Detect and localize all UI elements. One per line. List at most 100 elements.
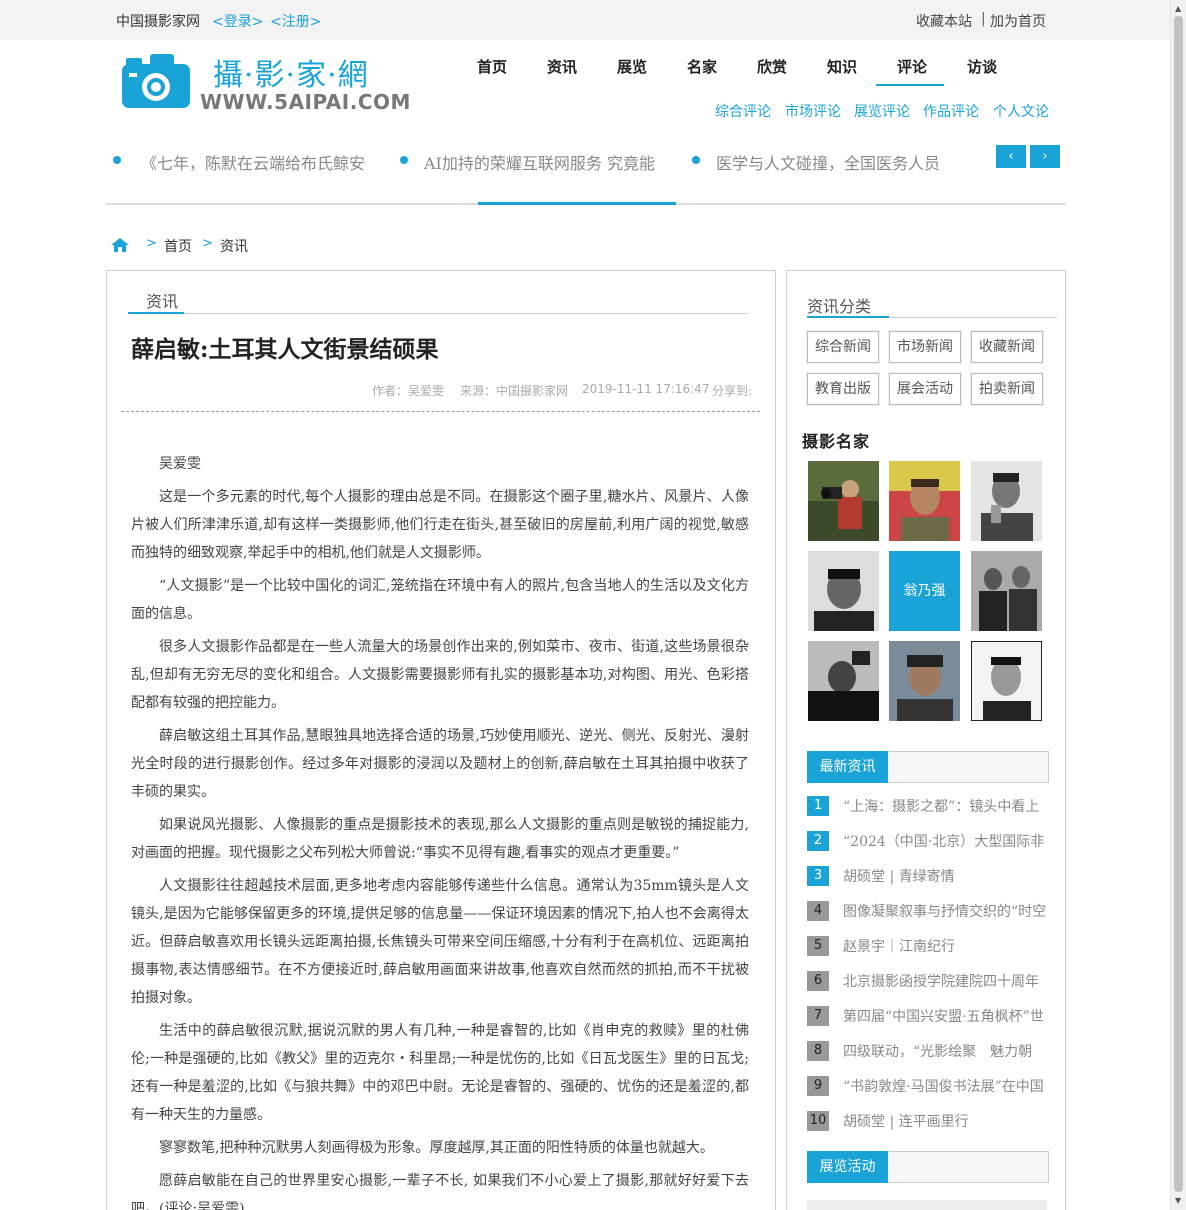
- article-paragraph: 寥寥数笔,把种种沉默男人刻画得极为形象。厚度越厚,其正面的阳性特质的体量也就越大…: [159, 1140, 714, 1156]
- home-icon[interactable]: [111, 238, 129, 252]
- article-divider: [121, 411, 760, 412]
- article-paragraph: 如果说风光摄影、人像摄影的重点是摄影技术的表现,那么人文摄影的重点则是敏锐的捕捉…: [131, 817, 749, 861]
- latest-news-item[interactable]: “上海：摄影之都”：镜头中看上: [843, 796, 1048, 816]
- article-paragraph: 这是一个多元素的时代,每个人摄影的理由总是不同。在摄影这个圈子里,糖水片、风景片…: [131, 489, 749, 561]
- scroll-down-arrow-icon[interactable]: ▼: [1175, 1196, 1181, 1205]
- category-education[interactable]: 教育出版: [807, 373, 879, 405]
- nav-knowledge[interactable]: 知识: [827, 56, 857, 77]
- news-rank: 6: [807, 971, 829, 991]
- subnav-market-review[interactable]: 市场评论: [785, 101, 841, 121]
- sidebar-panel: [786, 270, 1066, 1210]
- subnav-work-review[interactable]: 作品评论: [923, 101, 979, 121]
- exhibition-content-edge: [807, 1200, 1047, 1210]
- article-paragraph: 薛启敏这组土耳其作品,慧眼独具地选择合适的场景,巧妙使用顺光、逆光、侧光、反射光…: [131, 728, 749, 800]
- latest-news-item[interactable]: 赵景宇｜江南纪行: [843, 936, 1048, 956]
- page-scrollbar[interactable]: ▲ ▼: [1170, 0, 1186, 1210]
- news-rank: 2: [807, 831, 829, 851]
- ticker-bullet-icon: [113, 156, 121, 164]
- site-name: 中国摄影家网: [116, 14, 200, 30]
- ticker-prev-button[interactable]: ‹: [996, 145, 1026, 168]
- article-section-label: 资讯: [146, 292, 179, 311]
- category-underline-active: [807, 316, 889, 318]
- category-market-news[interactable]: 市场新闻: [889, 331, 961, 363]
- breadcrumb-news[interactable]: 资讯: [220, 236, 248, 256]
- logo-url[interactable]: WWW.5AIPAI.COM: [200, 90, 411, 114]
- subnav-general-review[interactable]: 综合评论: [715, 101, 771, 121]
- nav-interview[interactable]: 访谈: [967, 56, 997, 77]
- article-date: 2019-11-11 17:16:47: [582, 382, 710, 396]
- latest-news-item[interactable]: 胡硕堂 | 连平画里行: [843, 1111, 1048, 1131]
- news-rank: 8: [807, 1041, 829, 1061]
- set-home-link[interactable]: 加为首页: [990, 11, 1046, 31]
- article-paragraph: “人文摄影”是一个比较中国化的词汇,笼统指在环境中有人的照片,包含当地人的生活以…: [131, 578, 749, 622]
- share-label[interactable]: 分享到:: [712, 382, 752, 399]
- camera-icon[interactable]: [122, 54, 190, 108]
- ticker-next-button[interactable]: ›: [1030, 145, 1060, 168]
- news-rank: 5: [807, 936, 829, 956]
- latest-news-item[interactable]: “书韵敦煌·马国俊书法展”在中国: [843, 1076, 1048, 1096]
- category-collection-news[interactable]: 收藏新闻: [971, 331, 1043, 363]
- article-body: 吴爱雯 这是一个多元素的时代,每个人摄影的理由总是不同。在摄影这个圈子里,糖水片…: [131, 450, 749, 1210]
- category-title: 资讯分类: [807, 297, 872, 316]
- login-link[interactable]: <登录>: [212, 11, 263, 31]
- article-author: 作者：吴爱雯: [372, 384, 445, 398]
- news-rank: 7: [807, 1006, 829, 1026]
- nav-exhibition[interactable]: 展览: [617, 56, 647, 77]
- latest-news-item[interactable]: 图像凝聚叙事与抒情交织的“时空: [843, 901, 1048, 921]
- article-paragraph: 很多人文摄影作品都是在一些人流量大的场景创作出来的,例如菜市、夜市、街道,这些场…: [131, 639, 749, 711]
- latest-news-item[interactable]: 第四届“中国兴安盟·五角枫杯”世: [843, 1006, 1048, 1026]
- nav-active-indicator: [876, 84, 944, 86]
- photographers-title: 摄影名家: [802, 432, 871, 451]
- category-auction-news[interactable]: 拍卖新闻: [971, 373, 1043, 405]
- nav-masters[interactable]: 名家: [687, 56, 717, 77]
- top-bar: 中国摄影家网 <登录> <注册> 收藏本站 | 加为首页: [0, 0, 1170, 40]
- scroll-up-arrow-icon[interactable]: ▲: [1175, 4, 1181, 13]
- section-underline-active: [128, 312, 184, 314]
- latest-news-item[interactable]: “2024（中国·北京）大型国际非: [843, 831, 1048, 851]
- photographer-portrait[interactable]: [889, 641, 960, 721]
- ticker-bullet-icon: [692, 156, 700, 164]
- ticker-item[interactable]: 《七年，陈默在云端给布氏鲸安: [141, 150, 365, 174]
- news-rank: 4: [807, 901, 829, 921]
- latest-news-item[interactable]: 胡硕堂 | 青绿寄情: [843, 866, 1048, 886]
- article-paragraph: 吴爱雯: [159, 456, 201, 472]
- article-paragraph: 愿薛启敏能在自己的世界里安心摄影,一辈子不长, 如果我们不小心爱上了摄影,那就好…: [131, 1173, 749, 1210]
- category-exhibition-events[interactable]: 展会活动: [889, 373, 961, 405]
- ticker-bullet-icon: [400, 156, 408, 164]
- photographer-highlight[interactable]: 翁乃强: [889, 551, 960, 631]
- article-paragraph: 人文摄影往往超越技术层面,更多地考虑内容能够传递些什么信息。通常认为35mm镜头…: [131, 878, 749, 1006]
- latest-news-header: 最新资讯: [807, 751, 1049, 783]
- news-rank: 1: [807, 796, 829, 816]
- article-paragraph: 生活中的薛启敏很沉默,据说沉默的男人有几种,一种是睿智的,比如《肖申克的救赎》里…: [131, 1023, 749, 1123]
- exhibition-tab[interactable]: 展览活动: [807, 1151, 888, 1183]
- latest-news-item[interactable]: 四级联动，“光影绘聚 魅力朝: [843, 1041, 1048, 1061]
- ticker-progress: [478, 202, 676, 205]
- breadcrumb-arrow: >: [146, 236, 157, 251]
- photographer-portrait[interactable]: [808, 641, 879, 721]
- category-general-news[interactable]: 综合新闻: [807, 331, 879, 363]
- photographer-portrait[interactable]: [808, 461, 879, 541]
- nav-review[interactable]: 评论: [897, 56, 927, 77]
- news-rank: 3: [807, 866, 829, 886]
- photographer-portrait[interactable]: [808, 551, 879, 631]
- section-underline-base: [128, 313, 748, 314]
- subnav-exhibition-review[interactable]: 展览评论: [854, 101, 910, 121]
- latest-news-tab[interactable]: 最新资讯: [807, 751, 888, 783]
- register-link[interactable]: <注册>: [270, 11, 321, 31]
- logo-title[interactable]: 攝·影·家·網: [213, 50, 369, 94]
- photographer-portrait[interactable]: [971, 551, 1042, 631]
- photographer-portrait[interactable]: [889, 461, 960, 541]
- photographer-portrait[interactable]: [971, 641, 1042, 721]
- nav-appreciation[interactable]: 欣赏: [757, 56, 787, 77]
- subnav-personal-essay[interactable]: 个人文论: [993, 101, 1049, 121]
- bookmark-link[interactable]: 收藏本站: [916, 11, 972, 31]
- ticker-item[interactable]: 医学与人文碰撞，全国医务人员: [716, 150, 940, 174]
- breadcrumb-home[interactable]: 首页: [164, 236, 192, 256]
- nav-home[interactable]: 首页: [477, 56, 507, 77]
- latest-news-item[interactable]: 北京摄影函授学院建院四十周年: [843, 971, 1048, 991]
- article-title: 薛启敏:土耳其人文街景结硕果: [131, 336, 439, 363]
- scrollbar-thumb[interactable]: [1174, 16, 1183, 1192]
- ticker-item[interactable]: AI加持的荣耀互联网服务 究竟能: [424, 150, 655, 174]
- photographer-portrait[interactable]: [971, 461, 1042, 541]
- nav-news[interactable]: 资讯: [547, 56, 577, 77]
